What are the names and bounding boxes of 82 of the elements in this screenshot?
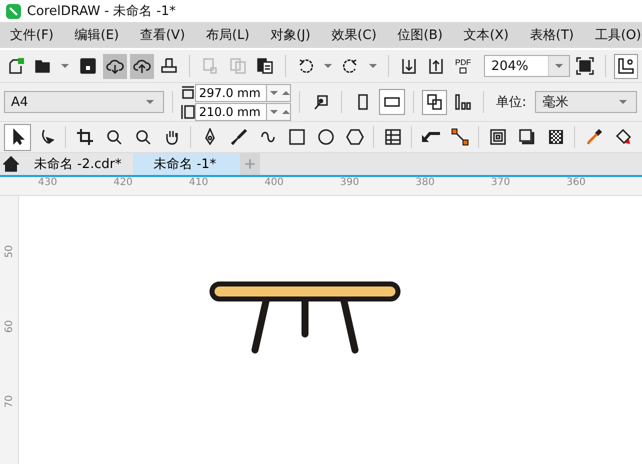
printer-icon — [160, 57, 178, 75]
toolbar-button[interactable] — [422, 90, 447, 114]
ruler-label: 420 — [114, 177, 134, 190]
ruler-label: 380 — [416, 177, 436, 190]
caret-icon — [61, 64, 70, 68]
menu-item[interactable]: 效果(C) — [321, 26, 388, 44]
brush-icon — [230, 128, 248, 146]
undo-icon — [297, 57, 316, 75]
page-width-icon — [181, 84, 195, 100]
caret-icon — [619, 100, 628, 104]
tool-button[interactable] — [4, 124, 31, 150]
page-size-combo[interactable]: A4 — [4, 91, 164, 113]
caret-icon — [146, 100, 154, 104]
ruler-icon — [616, 57, 635, 75]
height-field[interactable]: 210.0 mm — [195, 102, 267, 120]
new-document-icon — [7, 57, 26, 75]
ruler-label: 70 — [4, 395, 14, 408]
magnifier-icon — [134, 128, 152, 146]
export-icon — [426, 57, 445, 75]
home-icon — [3, 156, 19, 172]
ruler-label: 410 — [189, 177, 210, 190]
document-icon — [201, 57, 220, 75]
ruler-label: 50 — [4, 245, 14, 258]
rectangle-icon — [288, 128, 306, 146]
spinner[interactable] — [267, 84, 291, 102]
menu-item[interactable]: 工具(O) — [584, 26, 642, 44]
pdf-label: PDF — [455, 58, 472, 67]
ruler-label: 360 — [566, 177, 587, 190]
caret-icon — [368, 64, 377, 68]
eyedropper-icon — [584, 128, 602, 146]
menu-item[interactable]: 文件(F) — [0, 26, 65, 44]
toolbar-button[interactable] — [102, 54, 127, 78]
window-title: CorelDRAW - 未命名 -1* — [27, 3, 176, 20]
cloud-download-icon — [106, 57, 124, 75]
magnifier-icon — [104, 128, 122, 146]
menu-item[interactable]: 位图(B) — [388, 26, 454, 44]
ruler-label: 430 — [38, 177, 58, 190]
unit-combo[interactable]: 毫米 — [535, 91, 638, 113]
spinner[interactable] — [267, 102, 291, 120]
zoom-combo[interactable]: 204% — [484, 55, 570, 77]
checkerboard-icon — [546, 128, 564, 146]
orientation-button[interactable] — [379, 89, 405, 115]
ruler-label: 400 — [264, 177, 285, 190]
drop-shadow-icon — [518, 128, 536, 146]
connector-icon — [422, 132, 440, 142]
caret-icon — [324, 64, 332, 68]
document-tab[interactable]: 未命名 -1* — [133, 153, 240, 175]
cloud-upload-icon — [133, 57, 152, 75]
width-field[interactable]: 297.0 mm — [195, 84, 267, 102]
plus-icon — [243, 157, 258, 171]
crop-icon — [76, 128, 94, 146]
toolbar-button[interactable] — [130, 54, 154, 78]
ruler-label: 390 — [340, 177, 360, 190]
menu-item[interactable]: 对象(J) — [260, 26, 322, 44]
overlapping-pages-icon — [426, 93, 444, 111]
bar-pages-icon — [454, 93, 472, 111]
page-origin-icon — [312, 93, 330, 111]
unit-label: 单位: — [496, 94, 526, 111]
table-icon — [384, 128, 402, 146]
ruler-label: 60 — [4, 320, 14, 333]
paint-bucket-icon — [614, 128, 632, 146]
menu-item[interactable]: 布局(L) — [196, 26, 260, 44]
page-height-icon — [181, 104, 195, 120]
line-with-nodes-icon — [450, 128, 468, 146]
caret-icon — [554, 64, 563, 68]
clipboard-icon — [256, 57, 274, 75]
import-icon — [400, 57, 418, 75]
app-logo-icon — [6, 4, 21, 18]
toolbar-button[interactable]: PDF — [450, 54, 476, 78]
full-screen-icon — [576, 57, 594, 75]
menu-item[interactable]: 文本(X) — [454, 26, 520, 44]
hexagon-icon — [346, 128, 364, 146]
ellipse-icon — [316, 128, 334, 146]
menu-item[interactable]: 查看(V) — [130, 26, 196, 44]
page-icon — [459, 67, 468, 74]
copy-icon — [228, 57, 247, 75]
toolbar-button[interactable] — [614, 54, 638, 78]
contour-icon — [488, 128, 506, 146]
redo-icon — [341, 57, 360, 75]
ruler-label: 370 — [491, 177, 512, 190]
menu-item[interactable]: 表格(T) — [520, 26, 585, 44]
menu-item[interactable]: 编辑(E) — [64, 26, 130, 44]
